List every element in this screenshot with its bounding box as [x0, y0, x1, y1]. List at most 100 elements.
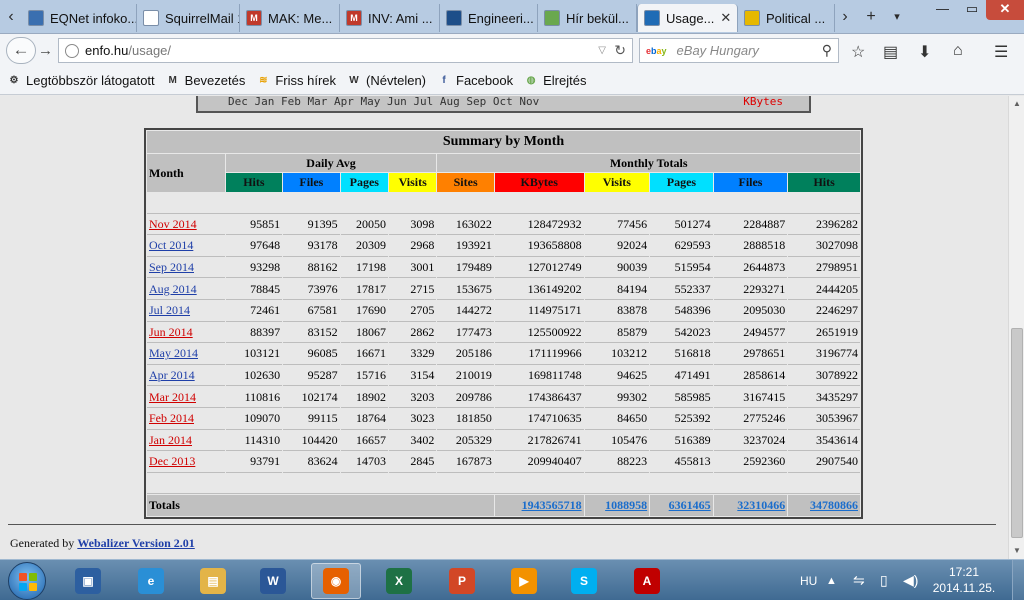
device-icon[interactable]: ▯: [880, 560, 888, 600]
value-cell: 99115: [283, 409, 340, 430]
clock-date: 2014.11.25.: [932, 581, 996, 595]
tab-list-icon[interactable]: ▾: [888, 6, 906, 28]
url-dropdown-icon[interactable]: ▽: [598, 45, 606, 56]
bookmark-star-icon[interactable]: ☆: [851, 42, 865, 62]
value-cell: 144272: [437, 301, 494, 322]
file-explorer-app[interactable]: ▤: [188, 563, 238, 599]
forward-button[interactable]: →: [38, 42, 53, 59]
browser-tab[interactable]: EQNet infoko...: [22, 4, 137, 32]
total-value[interactable]: 32310466: [713, 495, 788, 516]
month-cell: Jan 2014: [147, 431, 225, 452]
search-bar[interactable]: ebay eBay Hungary ⚲: [639, 38, 839, 63]
value-cell: 88223: [584, 452, 650, 473]
total-value[interactable]: 1943565718: [494, 495, 584, 516]
excel-app[interactable]: X: [374, 563, 424, 599]
navigation-toolbar: ← → enfo.hu/usage/ ▽ ↻ ebay eBay Hungary…: [0, 34, 1024, 67]
scrollbar-thumb[interactable]: [1011, 328, 1023, 538]
browser-tab[interactable]: M MAK: Me...: [240, 4, 340, 32]
new-tab-icon[interactable]: +: [862, 6, 880, 28]
month-link[interactable]: Feb 2014: [149, 411, 194, 425]
browser-tab[interactable]: Engineeri...: [440, 4, 538, 32]
bookmark-item[interactable]: f Facebook: [436, 73, 513, 89]
show-desktop-button[interactable]: [1012, 560, 1024, 600]
acrobat-app[interactable]: A: [622, 563, 672, 599]
skype-app[interactable]: S: [559, 563, 609, 599]
month-link[interactable]: Aug 2014: [149, 282, 197, 296]
total-value[interactable]: 1088958: [584, 495, 650, 516]
media-player-app[interactable]: ▶: [499, 563, 549, 599]
back-button[interactable]: ←: [6, 37, 36, 64]
scroll-up-icon[interactable]: ▲: [1009, 96, 1024, 112]
table-row: Jan 2014 114310 104420 16657 3402 205329 21782…: [147, 431, 860, 452]
month-link[interactable]: Nov 2014: [149, 217, 197, 231]
language-indicator[interactable]: HU: [800, 560, 817, 600]
usage-graph-bottom: Dec Jan Feb Mar Apr May Jun Jul Aug Sep …: [196, 96, 811, 113]
bookmark-item[interactable]: W (Névtelen): [346, 73, 426, 89]
scroll-down-icon[interactable]: ▼: [1009, 543, 1024, 559]
start-button[interactable]: [8, 562, 46, 600]
bookmark-item[interactable]: ⚙ Legtöbbször látogatott: [6, 73, 155, 89]
value-cell: 174386437: [494, 387, 584, 408]
window-minimize-button[interactable]: —: [927, 0, 958, 20]
daily-hits-header: Hits: [225, 173, 283, 192]
browser-tab[interactable]: M INV: Ami ...: [340, 4, 440, 32]
tab-scroll-left-icon[interactable]: ‹: [2, 6, 20, 28]
acrobat-icon: A: [634, 568, 660, 594]
word-app[interactable]: W: [248, 563, 298, 599]
browser-tab[interactable]: Political ...: [738, 4, 835, 32]
month-link[interactable]: Dec 2013: [149, 454, 195, 468]
firefox-app[interactable]: ◉: [311, 563, 361, 599]
month-link[interactable]: Jul 2014: [149, 303, 190, 317]
m-logo-icon: M: [168, 75, 177, 86]
internet-explorer-app[interactable]: e: [126, 563, 176, 599]
bookmark-item[interactable]: M Bevezetés: [165, 73, 245, 89]
value-cell: 193921: [437, 236, 494, 257]
ebay-logo-icon[interactable]: ebay: [646, 46, 667, 56]
value-cell: 3167415: [713, 387, 788, 408]
month-link[interactable]: Apr 2014: [149, 368, 195, 382]
downloads-icon[interactable]: ⬇: [918, 42, 931, 62]
month-link[interactable]: Sep 2014: [149, 260, 194, 274]
window-maximize-button[interactable]: ▭: [958, 0, 986, 20]
generated-by-prefix: Generated by: [10, 536, 75, 550]
bookmark-item[interactable]: ≋ Friss hírek: [255, 73, 336, 89]
url-bar[interactable]: enfo.hu/usage/ ▽ ↻: [58, 38, 633, 63]
tab-close-icon[interactable]: ✕: [720, 10, 731, 26]
vertical-scrollbar[interactable]: ▲ ▼: [1008, 96, 1024, 559]
total-value[interactable]: 6361465: [650, 495, 713, 516]
month-link[interactable]: May 2014: [149, 346, 198, 360]
month-link[interactable]: Mar 2014: [149, 390, 196, 404]
floppy-save-app[interactable]: ▣: [63, 563, 113, 599]
browser-tab[interactable]: Hír bekül...: [538, 4, 637, 32]
volume-icon[interactable]: ◀): [903, 560, 918, 600]
browser-tab[interactable]: SquirrelMail 1...: [137, 4, 240, 32]
header-spacer: [147, 193, 860, 214]
webalizer-link[interactable]: Webalizer Version 2.01: [77, 536, 194, 550]
network-icon[interactable]: ⇋: [853, 560, 865, 600]
home-icon[interactable]: ⌂: [953, 42, 963, 60]
monthly-visits-header: Visits: [584, 173, 650, 192]
gear-icon: ⚙: [9, 75, 19, 86]
reload-icon[interactable]: ↻: [614, 42, 626, 59]
month-link[interactable]: Jun 2014: [149, 325, 193, 339]
total-value[interactable]: 34780866: [788, 495, 860, 516]
tray-expand-icon[interactable]: ▲: [826, 560, 837, 600]
window-close-button[interactable]: ✕: [986, 0, 1024, 20]
value-cell: 629593: [650, 236, 713, 257]
system-clock[interactable]: 17:21 2014.11.25.: [932, 564, 996, 596]
hide-icon: ◍: [526, 75, 536, 86]
value-cell: 585985: [650, 387, 713, 408]
menu-icon[interactable]: ☰: [994, 42, 1008, 62]
search-placeholder: eBay Hungary: [676, 43, 759, 58]
month-link[interactable]: Jan 2014: [149, 433, 192, 447]
monthly-pages-header: Pages: [650, 173, 713, 192]
tab-scroll-right-icon[interactable]: ›: [836, 6, 854, 28]
month-link[interactable]: Oct 2014: [149, 238, 193, 252]
browser-tab[interactable]: Usage... ✕: [637, 4, 738, 32]
bookmarks-menu-icon[interactable]: ▤: [883, 42, 898, 62]
firefox-icon: ◉: [323, 568, 349, 594]
bookmark-item[interactable]: ◍ Elrejtés: [523, 73, 587, 89]
search-icon[interactable]: ⚲: [822, 42, 832, 59]
powerpoint-app[interactable]: P: [437, 563, 487, 599]
monthly-files-header: Files: [713, 173, 788, 192]
